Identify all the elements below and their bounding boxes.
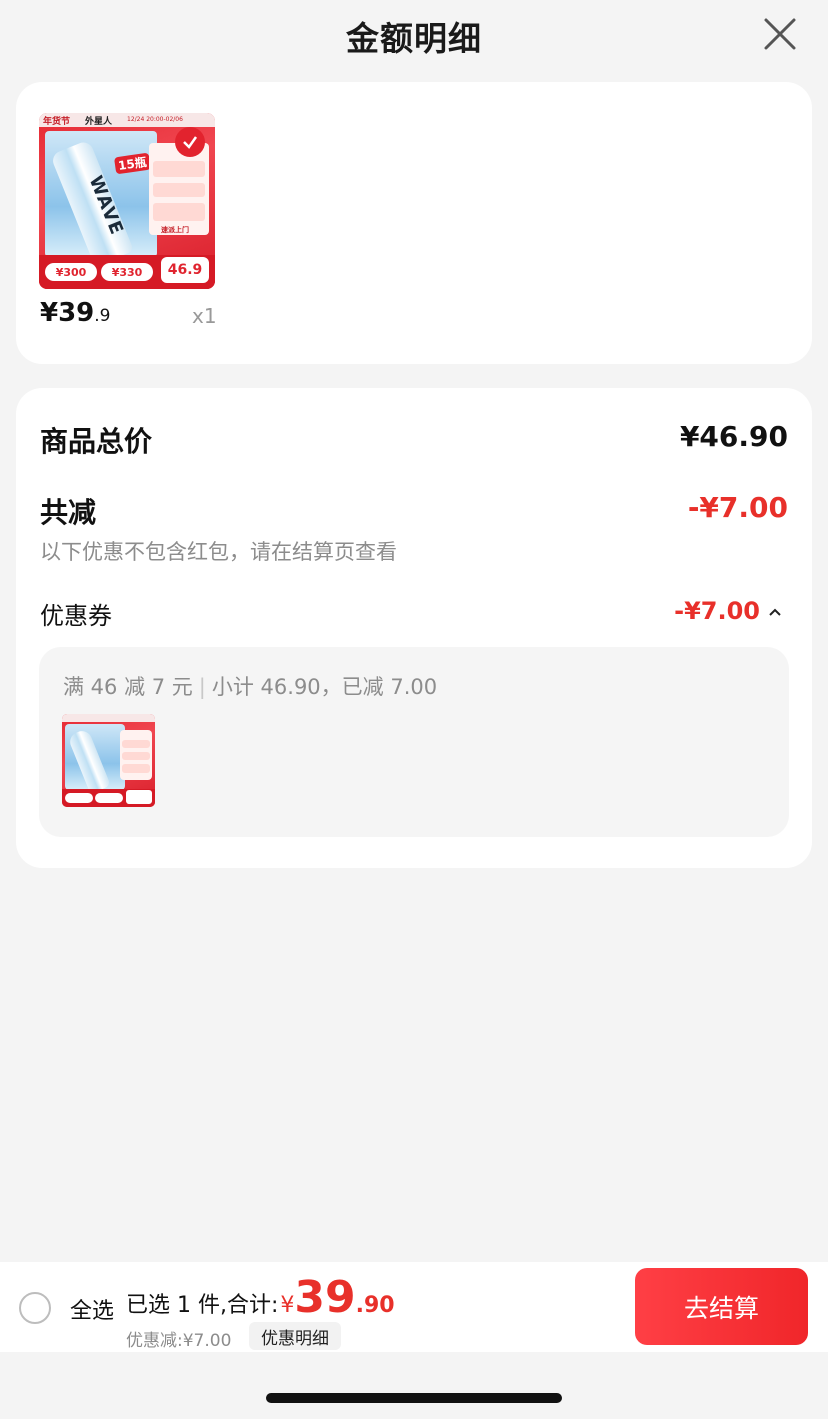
close-icon[interactable] [762,16,798,52]
deal-price: 46.9 [167,262,203,278]
coupon-subtotal: 小计 46.90，已减 7.00 [211,675,438,699]
check-icon [175,127,205,157]
coupon-detail-box: 满 46 减 7 元 | 小计 46.90，已减 7.00 [39,647,789,837]
home-indicator [266,1393,562,1403]
selected-count-text: 已选 1 件,合计: [126,1293,279,1318]
checkout-button[interactable]: 去结算 [635,1268,808,1345]
chevron-up-icon [768,601,782,622]
coupon-330: ¥330 [101,263,153,281]
coupon-rule: 满 46 减 7 元 [63,675,193,699]
door-text: 速派上门 [161,226,189,234]
select-all-radio[interactable] [19,1292,51,1324]
coupon-desc: 满 46 减 7 元 | 小计 46.90，已减 7.00 [63,675,438,699]
total-currency: ¥ [280,1293,295,1318]
coupon-product-image[interactable] [62,714,155,807]
selected-total: 已选 1 件,合计: ¥ 39 .90 [126,1272,395,1323]
total-label: 商品总价 [40,425,153,458]
product-price-int: ¥39 [40,298,95,328]
brand-text: 外星人 [85,117,113,127]
product-image[interactable]: 年货节 外星人 12/24 20:00-02/06 WAVE 15瓶 速派上门 … [39,113,215,289]
reduce-value: -¥7.00 [687,491,788,524]
reduce-label: 共减 [40,496,97,529]
select-all-label[interactable]: 全选 [70,1293,114,1325]
date-text: 12/24 20:00-02/06 [127,116,183,123]
checkout-bar: 全选 已选 1 件,合计: ¥ 39 .90 优惠减:¥7.00 优惠明细 去结… [0,1262,828,1352]
total-dec: .90 [355,1293,395,1318]
product-card: 年货节 外星人 12/24 20:00-02/06 WAVE 15瓶 速派上门 … [16,82,812,364]
page-title: 金额明细 [346,19,482,58]
product-price: ¥39.9 [40,298,111,328]
coupon-label: 优惠券 [40,602,112,630]
coupon-value: -¥7.00 [674,597,760,625]
coupon-toggle[interactable]: -¥7.00 [674,597,782,625]
badge-left-text: 年货节 [43,117,71,127]
product-price-dec: .9 [94,306,111,326]
total-value: ¥46.90 [679,420,788,453]
coupon-300: ¥300 [45,263,97,281]
amount-detail-card: 商品总价 ¥46.90 共减 -¥7.00 以下优惠不包含红包，请在结算页查看 … [16,388,812,868]
deal-price-pill: 46.9 [161,257,209,283]
bottom-discount-note: 优惠减:¥7.00 [126,1331,232,1351]
header: 金额明细 [0,0,828,72]
product-quantity: x1 [192,304,217,328]
total-int: 39 [294,1272,356,1323]
discount-detail-button[interactable]: 优惠明细 [249,1322,341,1350]
discount-note: 以下优惠不包含红包，请在结算页查看 [40,540,397,564]
